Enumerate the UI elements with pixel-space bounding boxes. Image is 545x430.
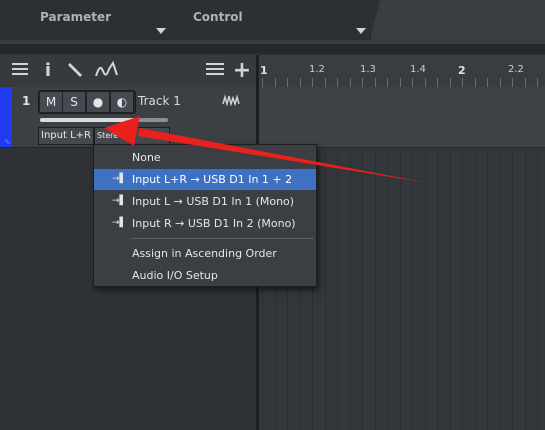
ruler-tick <box>450 78 451 87</box>
input-icon: →▌ <box>112 174 127 184</box>
input-dropdown-menu: None →▌ Input L+R → USB D1 In 1 + 2 →▌ I… <box>93 144 317 287</box>
add-icon[interactable]: + <box>232 60 252 82</box>
ruler-tick <box>437 78 438 87</box>
input-select[interactable]: Input L+R <box>38 127 94 145</box>
track-toolbar: i + <box>0 55 258 88</box>
ruler-tick <box>262 78 263 87</box>
ruler-tick <box>537 78 538 87</box>
parameter-dropdown-arrow-icon[interactable] <box>156 28 166 34</box>
parameter-label: Parameter <box>40 10 112 24</box>
ruler-tick <box>375 78 376 87</box>
ruler-tick <box>500 78 501 87</box>
menu-item-assign-ascending[interactable]: Assign in Ascending Order <box>94 243 316 264</box>
waveform-icon <box>222 94 240 109</box>
menu-item-input-lr[interactable]: →▌ Input L+R → USB D1 In 1 + 2 <box>94 169 316 190</box>
ruler-tick <box>412 78 413 87</box>
automation-lane-icon[interactable]: ∿ <box>4 137 11 146</box>
control-dropdown-arrow-icon[interactable] <box>356 28 366 34</box>
ruler-tick <box>400 78 401 87</box>
volume-fader-fill <box>40 118 139 122</box>
ruler-tick <box>312 78 313 87</box>
channel-mode-arrow-icon <box>156 133 162 137</box>
timeline-ruler[interactable] <box>258 55 545 88</box>
ruler-tick <box>337 78 338 87</box>
record-arm-button[interactable]: ● <box>86 91 110 113</box>
ruler-tick <box>350 78 351 87</box>
ruler-tick <box>387 78 388 87</box>
header-divider <box>0 44 545 54</box>
track-lane[interactable] <box>258 87 545 148</box>
ruler-tick <box>525 78 526 87</box>
top-header-bar: Parameter Control <box>0 0 545 44</box>
wrench-icon[interactable] <box>66 61 86 81</box>
ruler-tick <box>425 78 426 87</box>
menu-item-input-l[interactable]: →▌ Input L → USB D1 In 1 (Mono) <box>94 191 316 212</box>
ruler-label: 1.4 <box>410 64 426 75</box>
menu-separator <box>131 238 314 239</box>
list-view-icon[interactable] <box>10 61 30 81</box>
automation-curve-icon[interactable] <box>94 60 120 81</box>
input-icon: →▌ <box>112 196 127 206</box>
menu-item-none[interactable]: None <box>94 147 316 168</box>
monitor-button[interactable]: ◐ <box>110 91 134 113</box>
menu-item-input-r[interactable]: →▌ Input R → USB D1 In 2 (Mono) <box>94 213 316 234</box>
track-name[interactable]: Track 1 <box>138 94 181 108</box>
ruler-label: 1.3 <box>360 64 376 75</box>
parameter-control-panel: Parameter Control <box>0 0 380 40</box>
ruler-tick <box>362 78 363 87</box>
input-icon: →▌ <box>112 218 127 228</box>
control-label: Control <box>193 10 243 24</box>
menu-item-audio-io-setup[interactable]: Audio I/O Setup <box>94 265 316 286</box>
ruler-tick <box>487 78 488 87</box>
ruler-tick <box>287 78 288 87</box>
ruler-label: 1 <box>260 64 268 77</box>
info-icon[interactable]: i <box>40 61 56 81</box>
ruler-tick <box>275 78 276 87</box>
mute-button[interactable]: M <box>39 91 63 113</box>
ruler-tick <box>462 78 463 87</box>
track-number: 1 <box>22 94 31 108</box>
list-options-icon[interactable] <box>204 61 226 81</box>
ruler-label: 1.2 <box>309 64 325 75</box>
solo-button[interactable]: S <box>62 91 86 113</box>
ruler-tick <box>512 78 513 87</box>
ruler-tick <box>475 78 476 87</box>
ruler-label: 2.2 <box>508 64 524 75</box>
ruler-tick <box>300 78 301 87</box>
ruler-tick <box>325 78 326 87</box>
ruler-label: 2 <box>458 64 466 77</box>
